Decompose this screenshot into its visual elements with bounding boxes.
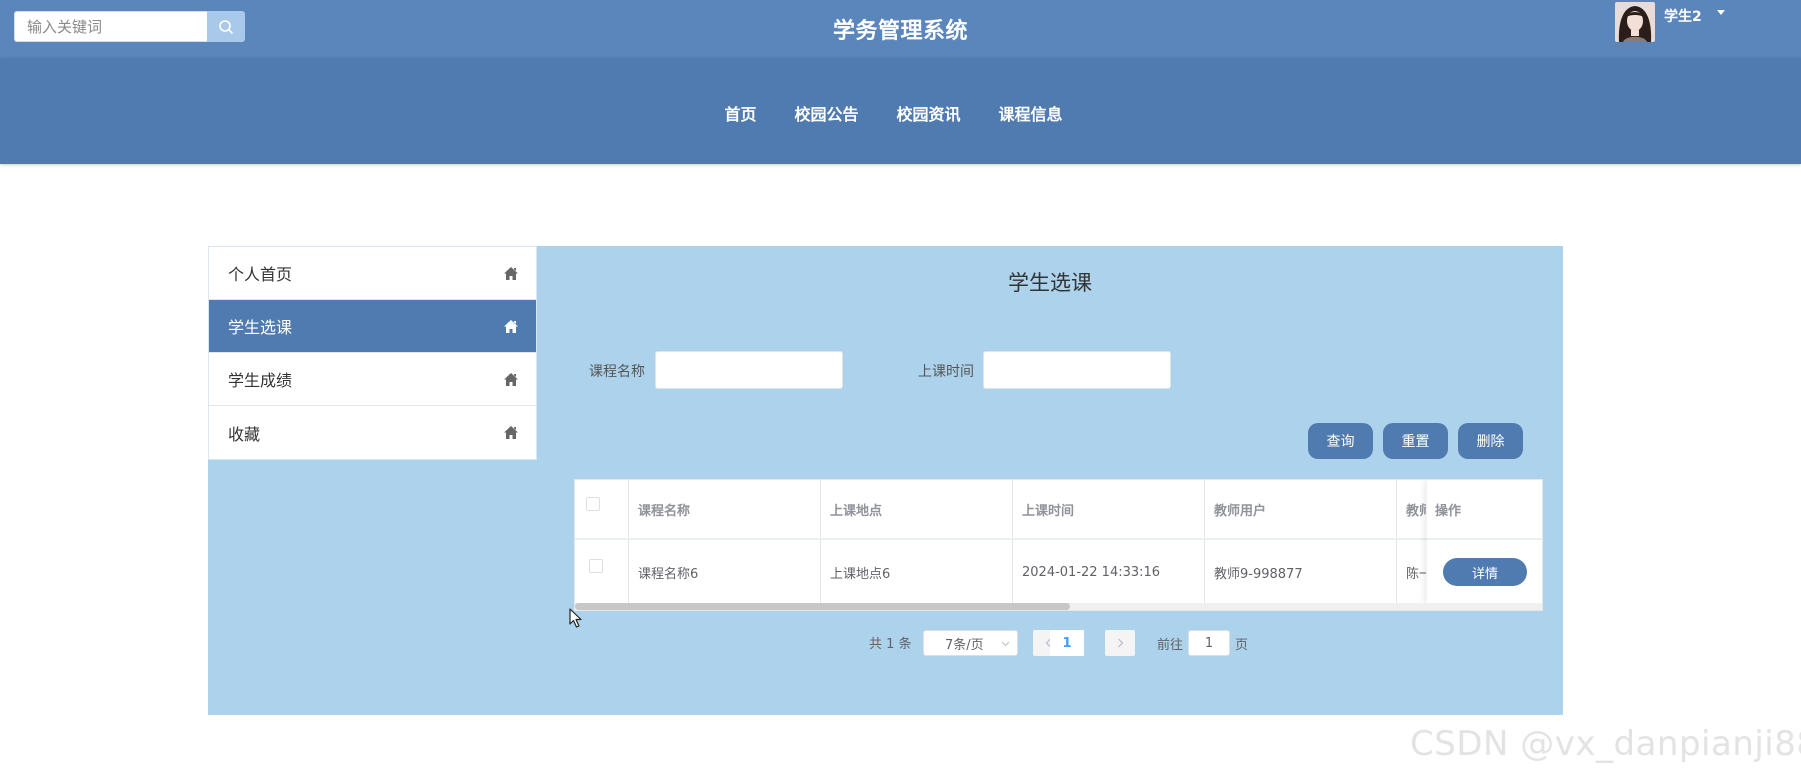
column-header-time[interactable]: 上课时间 — [1022, 480, 1074, 538]
column-header-location[interactable]: 上课地点 — [830, 480, 882, 538]
page-size-value: 7条/页 — [945, 637, 984, 653]
sidebar-item-label: 个人首页 — [228, 265, 293, 284]
chevron-right-icon — [1117, 638, 1123, 648]
user-name: 学生2 — [1664, 9, 1702, 25]
reset-button[interactable]: 重置 — [1383, 423, 1448, 459]
table-header-checkbox[interactable] — [586, 497, 600, 511]
course-table: 课程名称 上课地点 上课时间 教师用户 教师 课程名称6 上课地点6 2024-… — [574, 479, 1543, 611]
avatar — [1615, 2, 1655, 42]
scrollbar-thumb[interactable] — [575, 603, 1070, 610]
nav-item-news[interactable]: 校园资讯 — [897, 101, 961, 125]
home-icon — [504, 266, 518, 280]
page-size-select[interactable]: 7条/页 — [923, 630, 1018, 656]
nav-item-home[interactable]: 首页 — [724, 101, 756, 125]
sidebar-item-course-selection[interactable]: 学生选课 — [209, 300, 536, 353]
course-time-input[interactable] — [983, 351, 1171, 389]
detail-button[interactable]: 详情 — [1443, 558, 1527, 586]
sidebar: 个人首页 学生选课 学生成绩 收藏 — [208, 246, 537, 460]
top-bar: 学务管理系统 学生2 — [0, 0, 1801, 58]
course-name-label: 课程名称 — [589, 364, 645, 380]
cell-location: 上课地点6 — [830, 566, 891, 582]
row-checkbox[interactable] — [589, 559, 603, 573]
sidebar-item-favorites[interactable]: 收藏 — [209, 406, 536, 459]
page-suffix: 页 — [1235, 638, 1249, 653]
main-nav: 首页 校园公告 校园资讯 课程信息 — [0, 58, 1801, 164]
sidebar-item-label: 学生成绩 — [228, 371, 293, 390]
cell-course-name: 课程名称6 — [638, 566, 699, 582]
page-title: 学生选课 — [1008, 271, 1092, 295]
horizontal-scrollbar[interactable] — [575, 603, 1542, 610]
column-header-course-name[interactable]: 课程名称 — [638, 480, 690, 538]
app-title: 学务管理系统 — [832, 19, 968, 44]
delete-button[interactable]: 删除 — [1458, 423, 1523, 459]
nav-item-announcements[interactable]: 校园公告 — [794, 101, 858, 125]
page-number-1[interactable]: 1 — [1050, 630, 1084, 656]
cell-teacher-name: 陈一 — [1406, 566, 1426, 582]
sidebar-item-label: 收藏 — [228, 424, 261, 444]
chevron-down-icon — [1001, 641, 1010, 647]
query-button[interactable]: 查询 — [1308, 423, 1373, 459]
mouse-cursor-icon — [569, 608, 582, 628]
sidebar-item-grades[interactable]: 学生成绩 — [209, 353, 536, 406]
goto-label: 前往 — [1157, 638, 1184, 653]
course-name-input[interactable] — [655, 351, 843, 389]
goto-page-input[interactable] — [1188, 630, 1230, 656]
column-header-operation: 操作 — [1435, 503, 1462, 519]
sidebar-item-profile[interactable]: 个人首页 — [209, 247, 536, 300]
next-page-button[interactable] — [1105, 630, 1135, 656]
course-time-label: 上课时间 — [918, 364, 974, 380]
nav-item-courses[interactable]: 课程信息 — [999, 101, 1063, 125]
user-menu[interactable]: 学生2 — [1615, 2, 1725, 46]
sidebar-item-label: 学生选课 — [228, 318, 293, 337]
home-icon — [504, 319, 518, 333]
cell-teacher-user: 教师9-998877 — [1214, 566, 1303, 582]
home-icon — [504, 372, 518, 386]
watermark: CSDN @vx_danpianji889 — [1410, 724, 1801, 764]
pagination-total: 共 1 条 — [869, 637, 912, 652]
column-header-teacher[interactable]: 教师 — [1406, 480, 1426, 538]
home-icon — [504, 426, 518, 439]
chevron-down-icon — [1716, 10, 1725, 15]
column-header-teacher-user[interactable]: 教师用户 — [1214, 480, 1266, 538]
cell-time: 2024-01-22 14:33:16 — [1022, 564, 1161, 580]
